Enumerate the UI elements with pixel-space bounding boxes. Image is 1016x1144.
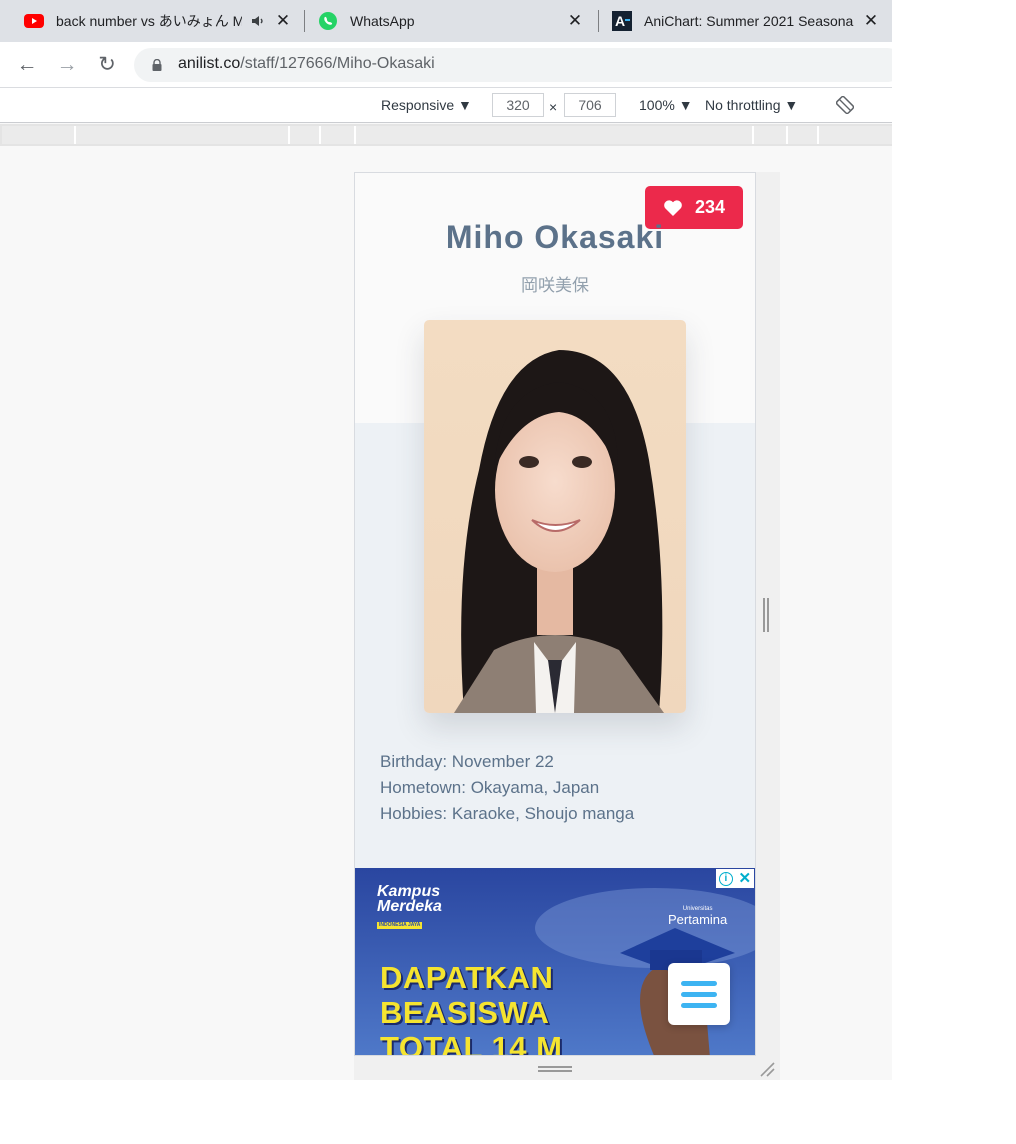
- height-input[interactable]: 706: [564, 93, 616, 117]
- dimension-separator: ×: [549, 99, 558, 115]
- media-query-segment[interactable]: [76, 126, 290, 144]
- back-arrow-icon[interactable]: ←: [15, 53, 39, 77]
- tab-separator: [598, 10, 599, 32]
- tab-strip: back number vs あいみょん M ✕ WhatsApp ✕ A An…: [0, 0, 892, 42]
- ad-university-logo: Universitas Pertamina: [668, 906, 727, 927]
- ad-choices[interactable]: i ✕: [716, 869, 754, 888]
- width-input[interactable]: 320: [492, 93, 544, 117]
- tab-close-icon[interactable]: ✕: [862, 12, 880, 30]
- resize-handle-corner[interactable]: [758, 1060, 776, 1078]
- favourite-count: 234: [694, 197, 726, 217]
- ad-banner[interactable]: Kampus Merdeka INDONESIA JAYA Universita…: [355, 868, 755, 1056]
- whatsapp-icon: [318, 11, 338, 31]
- ad-close-icon[interactable]: ✕: [739, 871, 752, 886]
- bio-birthday: Birthday: November 22: [380, 752, 554, 771]
- media-query-segment[interactable]: [290, 126, 321, 144]
- throttling-select[interactable]: No throttling ▼: [705, 97, 798, 113]
- forward-arrow-icon[interactable]: →: [55, 53, 79, 77]
- device-select[interactable]: Responsive ▼: [381, 97, 472, 113]
- media-query-segment[interactable]: [819, 126, 892, 144]
- ad-headline-line: DAPATKAN: [380, 960, 554, 995]
- tab-youtube[interactable]: back number vs あいみょん M ✕: [24, 0, 292, 42]
- resize-handle-right[interactable]: [762, 598, 770, 632]
- heart-icon: [664, 199, 682, 216]
- rotate-icon[interactable]: [835, 95, 855, 117]
- reload-icon[interactable]: ↻: [95, 53, 119, 77]
- speaker-icon[interactable]: [250, 13, 266, 32]
- tab-close-icon[interactable]: ✕: [566, 12, 584, 30]
- tab-title: AniChart: Summer 2021 Seasona: [644, 13, 854, 29]
- ad-info-icon[interactable]: i: [718, 871, 733, 886]
- media-query-segment[interactable]: [356, 126, 754, 144]
- browser-toolbar: ← → ↻ anilist.co/staff/127666/Miho-Okasa…: [0, 42, 892, 88]
- address-bar[interactable]: anilist.co/staff/127666/Miho-Okasaki: [134, 48, 892, 82]
- media-query-segment[interactable]: [321, 126, 356, 144]
- zoom-select[interactable]: 100% ▼: [639, 97, 693, 113]
- ad-brand-tag: INDONESIA JAYA: [377, 922, 423, 929]
- tab-anichart[interactable]: A AniChart: Summer 2021 Seasona ✕: [612, 0, 880, 42]
- mobile-menu-button[interactable]: [668, 963, 730, 1025]
- media-query-bar: [0, 124, 892, 146]
- url-domain: anilist.co: [178, 55, 241, 72]
- lock-icon: [152, 59, 162, 71]
- menu-bar: [681, 980, 717, 986]
- bio-hometown: Hometown: Okayama, Japan: [380, 778, 600, 797]
- resize-handle-bottom[interactable]: [538, 1065, 572, 1073]
- browser-window: back number vs あいみょん M ✕ WhatsApp ✕ A An…: [0, 0, 892, 1080]
- youtube-icon: [24, 11, 44, 31]
- ad-brand-logo: Kampus Merdeka INDONESIA JAYA: [377, 884, 442, 929]
- menu-bar: [681, 991, 717, 997]
- media-query-segment[interactable]: [788, 126, 819, 144]
- tab-title: back number vs あいみょん M: [56, 13, 242, 29]
- staff-photo: [424, 320, 686, 713]
- ad-brand-line2: Merdeka: [377, 898, 442, 915]
- ad-headline-line: BEASISWA: [380, 995, 550, 1030]
- media-query-segment[interactable]: [2, 126, 76, 144]
- ad-university-line2: Pertamina: [668, 912, 728, 927]
- staff-native-name: 岡咲美保: [521, 276, 589, 295]
- media-query-segment[interactable]: [754, 126, 788, 144]
- tab-close-icon[interactable]: ✕: [274, 12, 292, 30]
- staff-name: Miho Okasaki: [445, 219, 665, 255]
- device-toolbar: Responsive ▼ 320 × 706 100% ▼ No throttl…: [0, 88, 892, 123]
- menu-bar: [681, 1002, 717, 1008]
- svg-text:A: A: [615, 13, 625, 29]
- ad-headline-line: TOTAL 14 M: [380, 1030, 563, 1056]
- ad-headline: DAPATKAN BEASISWA TOTAL 14 M: [380, 960, 563, 1056]
- url-text: anilist.co/staff/127666/Miho-Okasaki: [178, 55, 435, 73]
- device-viewport: 234 Miho Okasaki 岡咲美保 Birthday: November…: [354, 172, 756, 1056]
- ad-brand-line1: Kampus: [377, 883, 441, 900]
- url-path: /staff/127666/Miho-Okasaki: [240, 55, 435, 72]
- tab-whatsapp[interactable]: WhatsApp ✕: [318, 0, 586, 42]
- bio-hobbies: Hobbies: Karaoke, Shoujo manga: [380, 804, 635, 823]
- tab-title: WhatsApp: [350, 13, 415, 29]
- staff-bio: Birthday: November 22 Hometown: Okayama,…: [380, 749, 634, 827]
- tab-separator: [304, 10, 305, 32]
- anichart-icon: A: [612, 11, 632, 31]
